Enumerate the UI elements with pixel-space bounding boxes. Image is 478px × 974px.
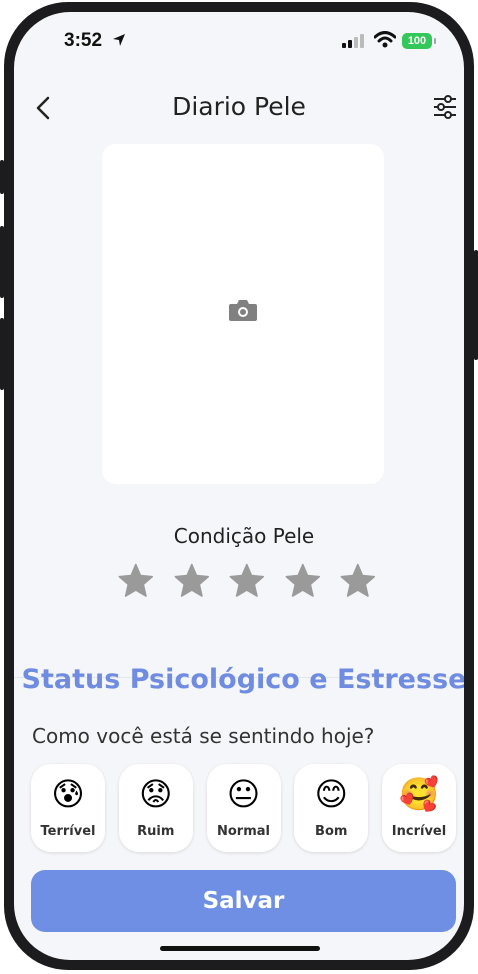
star-3[interactable] [228,562,266,600]
star-5[interactable] [339,562,377,600]
mood-option-bom[interactable]: 😊 Bom [294,764,369,852]
neutral-face-icon: 😐 [226,776,261,812]
mood-label: Ruim [137,824,175,839]
camera-icon [229,300,257,321]
mood-option-normal[interactable]: 😐 Normal [206,764,281,852]
battery-indicator: 100 [402,33,432,49]
app-screen: 3:52 100 Diario Pele Condição Pele Statu… [14,12,464,960]
side-button-left-mid [0,226,4,298]
photo-upload-area[interactable] [102,144,384,484]
battery-tip [434,38,436,44]
mood-label: Incrível [391,824,447,839]
page-title: Diario Pele [172,92,306,121]
star-1[interactable] [117,562,155,600]
location-arrow-icon [113,34,125,46]
cellular-signal-icon [342,34,364,48]
mood-label: Bom [315,824,348,839]
home-indicator [160,946,320,951]
wifi-icon [374,31,396,48]
mood-label: Normal [217,824,270,839]
mood-label: Terrível [40,824,96,839]
mood-option-ruim[interactable]: 😟 Ruim [118,764,193,852]
mood-question: Como você está se sentindo hoje? [32,724,375,748]
side-button-left-top [0,160,4,194]
smiling-face-icon: 😊 [314,776,348,812]
status-time: 3:52 [64,30,103,51]
save-button[interactable]: Salvar [31,870,456,932]
mood-option-incrivel[interactable]: 🥰 Incrível [382,764,456,852]
side-button-right [474,250,478,360]
mood-option-terrivel[interactable]: 😰 Terrível [31,764,105,852]
star-rating [117,562,377,602]
smiling-face-hearts-icon: 🥰 [399,776,439,812]
skin-condition-label: Condição Pele [173,524,315,548]
mood-options: 😰 Terrível 😟 Ruim 😐 Normal 😊 Bom 🥰 Incrí… [31,764,456,854]
section-title: Status Psicológico e Estresse [21,664,464,695]
settings-sliders-icon[interactable] [432,95,458,119]
star-4[interactable] [284,562,322,600]
star-2[interactable] [173,562,211,600]
side-button-left-bottom [0,318,4,390]
phone-frame: 3:52 100 Diario Pele Condição Pele Statu… [4,2,474,970]
anxious-face-icon: 😰 [51,776,85,812]
worried-face-icon: 😟 [139,776,173,812]
